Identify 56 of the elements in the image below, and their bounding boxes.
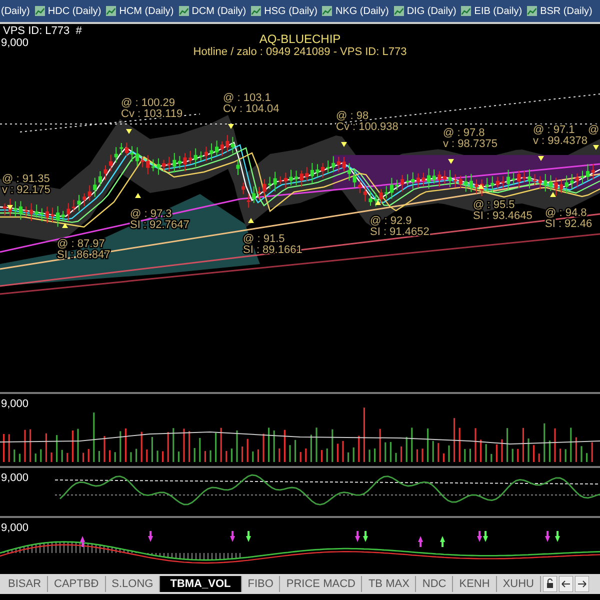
sheet-tab[interactable]: CAPTBĐ [48, 576, 106, 592]
axis-label: 9,000 [1, 398, 29, 410]
price-annotation: @ : 91.35 v : 92.175 [2, 173, 50, 196]
signal-arrow-icon [246, 531, 251, 542]
signal-arrow-icon [363, 531, 368, 542]
chart-icon [461, 6, 472, 16]
sheet-tab[interactable]: KENH [453, 576, 497, 592]
sheet-tab[interactable]: TB MAX [362, 576, 416, 592]
signal-arrow-icon [555, 531, 560, 542]
signal-arrow-icon [355, 531, 360, 542]
axis-label: 9,000 [1, 37, 29, 49]
chart-icon [178, 6, 189, 16]
document-tab[interactable]: DIG (Daily) [394, 6, 456, 16]
signal-arrow-icon [80, 536, 85, 547]
signal-arrow-icon [230, 531, 235, 542]
document-tab[interactable]: NKG (Daily) [322, 6, 389, 16]
chart-title: AQ-BLUECHIP [259, 32, 341, 46]
price-annotation: @ : 103.1 Cv : 104.04 [223, 92, 280, 115]
price-annotation: @ : 97.1 v : 99.4378 [533, 124, 588, 147]
axis-label: 9,000 [1, 472, 29, 484]
document-tab[interactable]: EIB (Daily) [461, 6, 522, 16]
document-tab[interactable]: HCM (Daily) [106, 6, 174, 16]
scroll-left-icon[interactable] [558, 576, 573, 592]
axis-label: 9,000 [1, 522, 29, 534]
signal-arrow-icon [440, 536, 445, 547]
signal-arrow-icon [418, 536, 423, 547]
chart-icon [322, 6, 332, 16]
chart-icon [394, 6, 404, 16]
document-tab[interactable]: HDC (Daily) [34, 6, 102, 16]
signal-arrow-icon [545, 531, 550, 542]
price-annotation: @ [588, 124, 600, 136]
sheet-tab[interactable]: FIBO [242, 576, 280, 592]
document-tab[interactable]: DCM (Daily) [178, 6, 246, 16]
price-annotation: @ : 95.5 SI : 93.4645 [473, 199, 532, 222]
price-annotation: @ : 100.29 Cv : 103.119 [121, 97, 183, 120]
price-annotation: @ : 92.9 SI : 91.4652 [370, 215, 430, 238]
chart-icon [106, 6, 116, 16]
chart-icon [34, 6, 45, 16]
price-annotation: @ : 94.8 SI : 92.46 [545, 207, 592, 230]
chart-icon [251, 6, 262, 16]
sheet-tab[interactable]: NDC [416, 576, 454, 592]
document-tab[interactable]: BSR (Daily) [527, 6, 592, 16]
scroll-right-icon[interactable] [574, 576, 589, 592]
lock-icon[interactable] [542, 576, 557, 592]
chart-icon [527, 6, 538, 16]
signal-arrow-icon [148, 531, 153, 542]
document-tab[interactable]: (Daily) [1, 6, 30, 16]
document-tab[interactable]: HSG (Daily) [251, 6, 318, 16]
sheet-tab[interactable]: TBMA_VOL [160, 576, 242, 592]
chart-subtitle: Hotline / zalo : 0949 241089 - VPS ID: L773 [193, 46, 407, 58]
price-annotation: @ : 98 Cv : 100.938 [336, 110, 398, 133]
price-annotation: @ : 97.8 v : 98.7375 [443, 127, 498, 150]
sheet-tab[interactable]: BISAR [2, 576, 48, 592]
vps-id-label: VPS ID: L773 # [3, 25, 82, 37]
sheet-tab[interactable]: XUHU [496, 576, 541, 592]
sheet-tab[interactable]: PRICE MACD [280, 576, 362, 592]
